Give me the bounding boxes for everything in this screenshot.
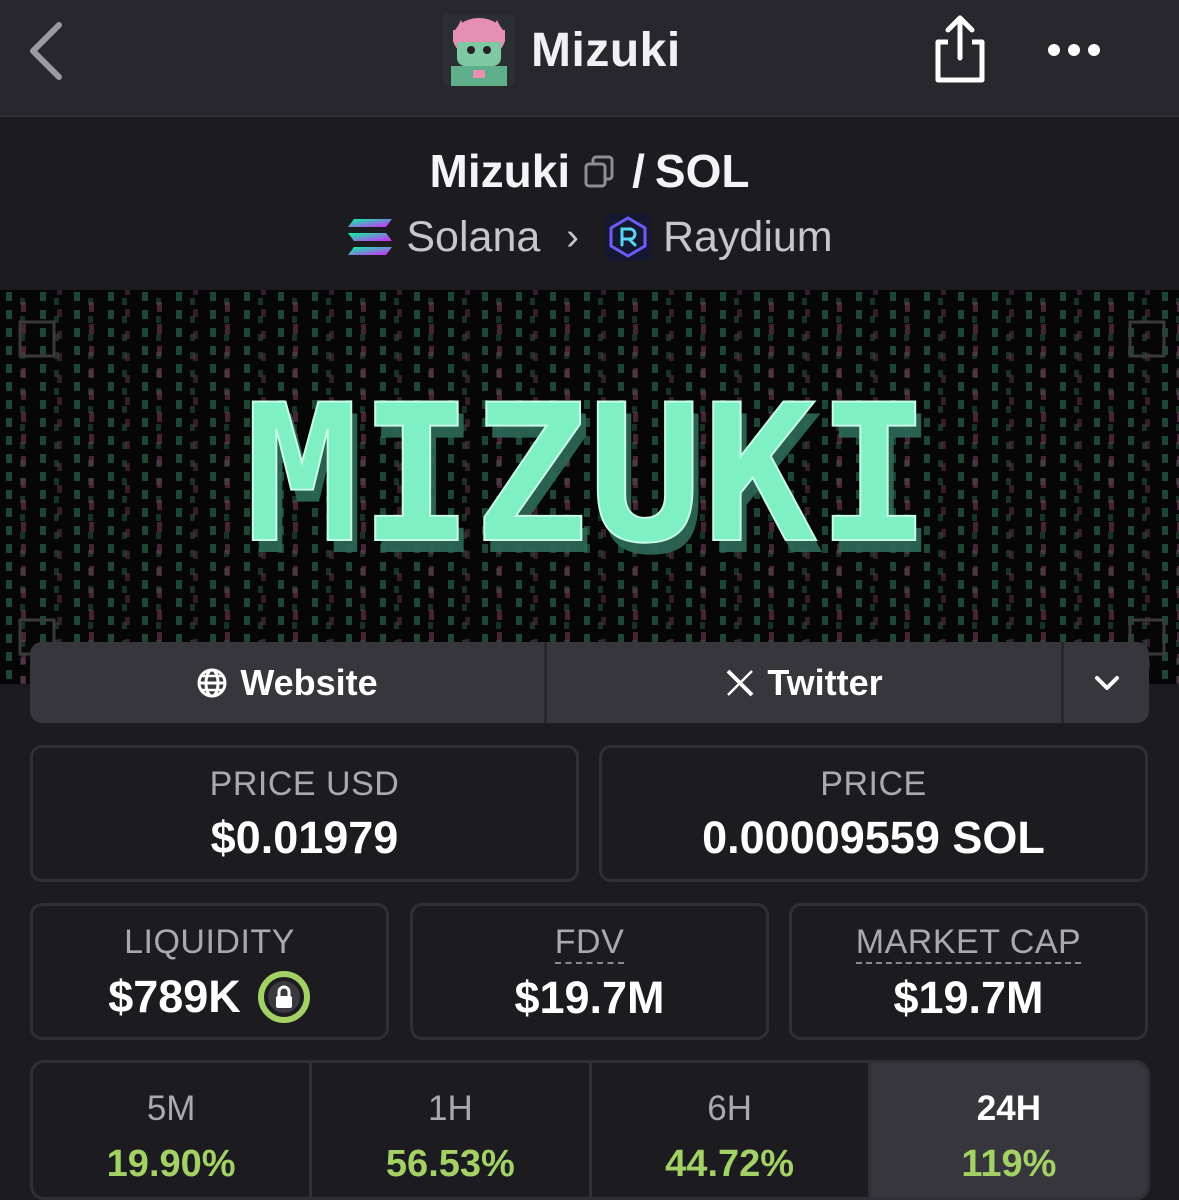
price-usd-label: PRICE USD xyxy=(209,765,400,803)
change-label: 5M xyxy=(146,1089,196,1128)
solana-icon xyxy=(348,219,393,255)
fdv-label[interactable]: FDV xyxy=(554,923,625,964)
price-label: PRICE xyxy=(820,765,927,803)
chevron-down-icon xyxy=(1094,675,1119,690)
change-label: 6H xyxy=(707,1089,752,1128)
liquidity-value: $789K xyxy=(108,971,241,1022)
liquidity-card: LIQUIDITY $789K xyxy=(30,903,389,1040)
top-nav-bar: Mizuki xyxy=(0,0,1179,117)
chevron-left-icon xyxy=(30,22,62,80)
change-value: 56.53% xyxy=(385,1143,515,1185)
change-tab-24h[interactable]: 24H 119% xyxy=(870,1063,1147,1197)
change-tab-6h[interactable]: 6H 44.72% xyxy=(592,1063,871,1197)
banner-artwork: MIZUKI MIZUKI xyxy=(0,290,1179,684)
back-button[interactable] xyxy=(22,18,72,84)
breadcrumb-chevron-icon: › xyxy=(566,215,579,258)
market-cap-card: MARKET CAP $19.7M xyxy=(789,903,1148,1040)
pair-separator: / xyxy=(632,145,645,197)
quote-token-name: SOL xyxy=(654,145,750,197)
nav-title: Mizuki xyxy=(531,23,681,77)
fdv-value: $19.7M xyxy=(514,972,665,1023)
dex-link[interactable]: Raydium xyxy=(663,213,833,262)
copy-icon[interactable] xyxy=(582,153,616,189)
liquidity-label: LIQUIDITY xyxy=(124,923,295,961)
token-avatar[interactable] xyxy=(443,14,515,86)
raydium-icon xyxy=(604,213,651,261)
change-value: 44.72% xyxy=(665,1143,795,1185)
more-links-button[interactable] xyxy=(1064,642,1149,723)
price-sol-card: PRICE 0.00009559 SOL xyxy=(599,745,1148,882)
price-usd-card: PRICE USD $0.01979 xyxy=(30,745,579,882)
twitter-label: Twitter xyxy=(767,661,883,703)
twitter-button[interactable]: Twitter xyxy=(547,642,1064,723)
change-label: 24H xyxy=(976,1089,1041,1128)
pair-header: Mizuki / SOL Solana › Raydium xyxy=(0,117,1179,289)
change-label: 1H xyxy=(428,1089,473,1128)
market-cap-value: $19.7M xyxy=(893,972,1044,1023)
lock-icon[interactable] xyxy=(257,970,311,1024)
price-change-tabs: 5M 19.90% 1H 56.53% 6H 44.72% 24H 119% xyxy=(30,1060,1150,1200)
chain-breadcrumb: Solana › Raydium xyxy=(0,209,1179,265)
links-bar: Website Twitter xyxy=(30,642,1149,723)
globe-icon xyxy=(197,668,227,697)
more-button[interactable] xyxy=(1040,30,1108,70)
price-sol-value: 0.00009559 SOL xyxy=(702,812,1045,863)
banner-logo-text: MIZUKI xyxy=(245,364,931,585)
share-button[interactable] xyxy=(930,12,990,88)
market-cap-label[interactable]: MARKET CAP xyxy=(855,923,1082,964)
website-label: Website xyxy=(240,661,378,703)
x-logo-icon xyxy=(726,669,754,696)
change-value: 19.90% xyxy=(106,1143,236,1185)
more-icon xyxy=(1048,44,1100,56)
price-usd-value: $0.01979 xyxy=(210,812,399,863)
chain-link[interactable]: Solana xyxy=(406,213,540,262)
share-icon xyxy=(935,15,985,83)
token-header: Mizuki xyxy=(443,14,681,86)
base-token-name: Mizuki xyxy=(429,145,571,197)
website-button[interactable]: Website xyxy=(30,642,547,723)
change-value: 119% xyxy=(961,1143,1057,1185)
pair-name: Mizuki / SOL xyxy=(0,143,1179,199)
change-tab-1h[interactable]: 1H 56.53% xyxy=(312,1063,592,1197)
change-tab-5m[interactable]: 5M 19.90% xyxy=(33,1063,313,1197)
token-banner: MIZUKI MIZUKI xyxy=(0,290,1179,684)
fdv-card: FDV $19.7M xyxy=(410,903,769,1040)
